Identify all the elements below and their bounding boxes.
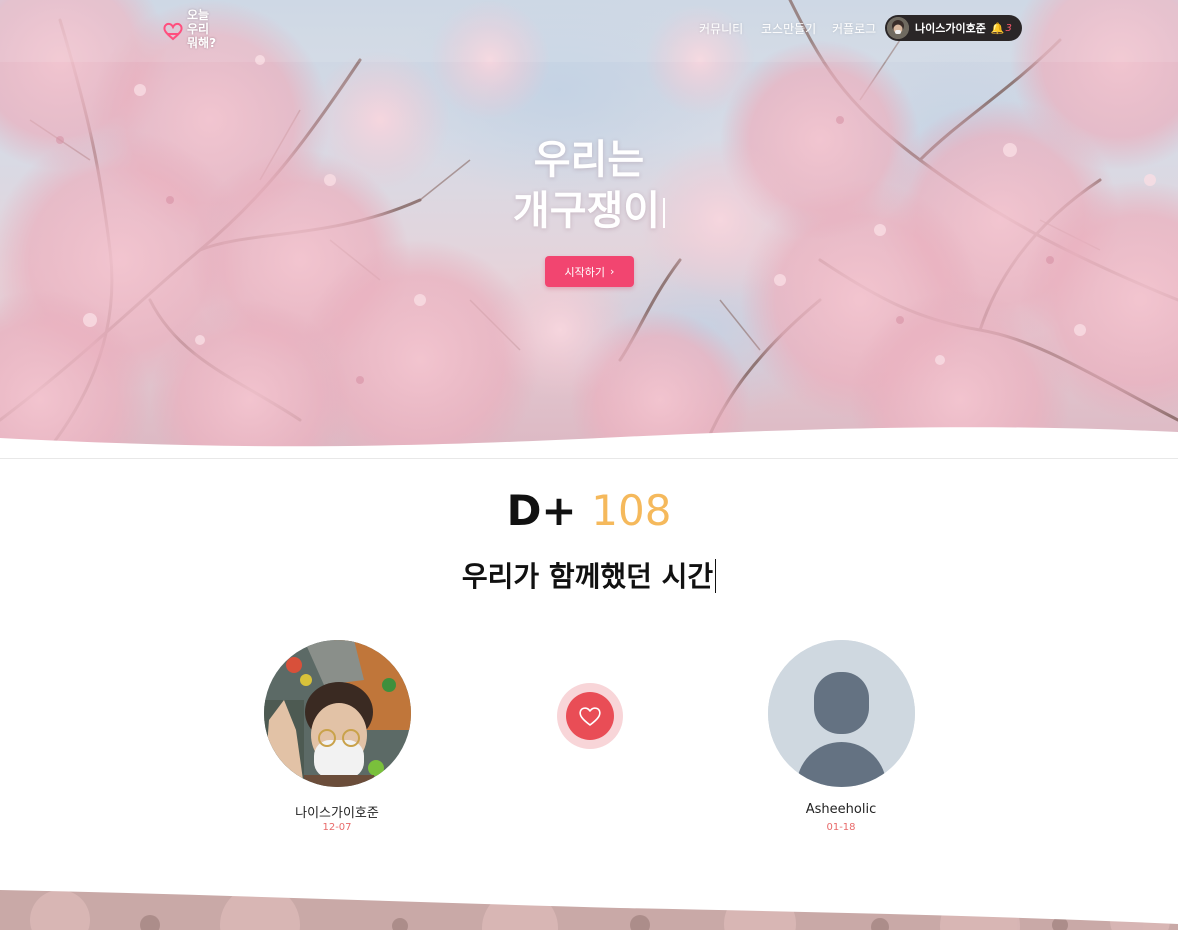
hero-wave-divider — [0, 427, 1178, 460]
person-silhouette-icon — [768, 640, 915, 787]
partner-right-photo[interactable] — [768, 640, 915, 787]
section-divider — [0, 458, 1178, 459]
nav-link-couple-log[interactable]: 커플로그 — [832, 20, 876, 37]
partner-left-photo[interactable] — [264, 640, 411, 787]
partner-left-date: 12-07 — [322, 822, 352, 833]
start-button[interactable]: 시작하기 › — [545, 256, 634, 287]
together-subtitle-text: 우리가 함께했던 시간 — [461, 560, 714, 593]
user-menu-button[interactable]: 나이스가이호준 🔔 3 — [885, 15, 1022, 41]
user-avatar-image — [887, 17, 909, 39]
typing-caret — [715, 559, 717, 593]
heart-badge-inner — [566, 692, 614, 740]
together-subtitle: 우리가 함께했던 시간 — [0, 555, 1178, 595]
d-day-number: 108 — [591, 486, 672, 535]
notification-count: 3 — [1005, 22, 1012, 34]
d-day-counter: D+ 108 — [0, 486, 1178, 535]
partner-left-name: 나이스가이호준 — [295, 806, 379, 821]
typing-caret — [663, 198, 666, 228]
heart-outline-icon — [579, 707, 601, 726]
bell-icon[interactable]: 🔔 — [991, 22, 1005, 35]
user-name: 나이스가이호준 — [915, 22, 986, 35]
footer-blossom-image — [0, 880, 1178, 930]
chevron-right-icon: › — [610, 265, 615, 278]
start-button-label: 시작하기 — [564, 265, 606, 279]
logo-heart-icon — [163, 22, 183, 41]
top-navbar: 오늘 우리 뭐해? 커뮤니티 코스만들기 커플로그 나이스가이호준 🔔 3 — [0, 0, 1178, 62]
heart-badge — [557, 683, 623, 749]
footer-blossom-band — [0, 880, 1178, 930]
app-logo[interactable]: 오늘 우리 뭐해? — [160, 6, 224, 52]
hero-title-line2: 개구쟁이 — [0, 187, 1178, 235]
partner-left-photo-image — [264, 640, 411, 787]
logo-text: 오늘 우리 뭐해? — [187, 8, 217, 50]
hero-title-line2-text: 개구쟁이 — [512, 188, 661, 234]
nav-link-community[interactable]: 커뮤니티 — [699, 20, 743, 37]
hero-banner: 오늘 우리 뭐해? 커뮤니티 코스만들기 커플로그 나이스가이호준 🔔 3 우리… — [0, 0, 1178, 460]
partner-right-date: 01-18 — [826, 822, 856, 833]
user-avatar — [887, 17, 909, 39]
partner-right-name: Asheeholic — [805, 802, 877, 817]
hero-title-line1: 우리는 — [533, 137, 645, 183]
d-day-prefix: D+ — [506, 486, 577, 535]
nav-link-course-builder[interactable]: 코스만들기 — [761, 20, 816, 37]
